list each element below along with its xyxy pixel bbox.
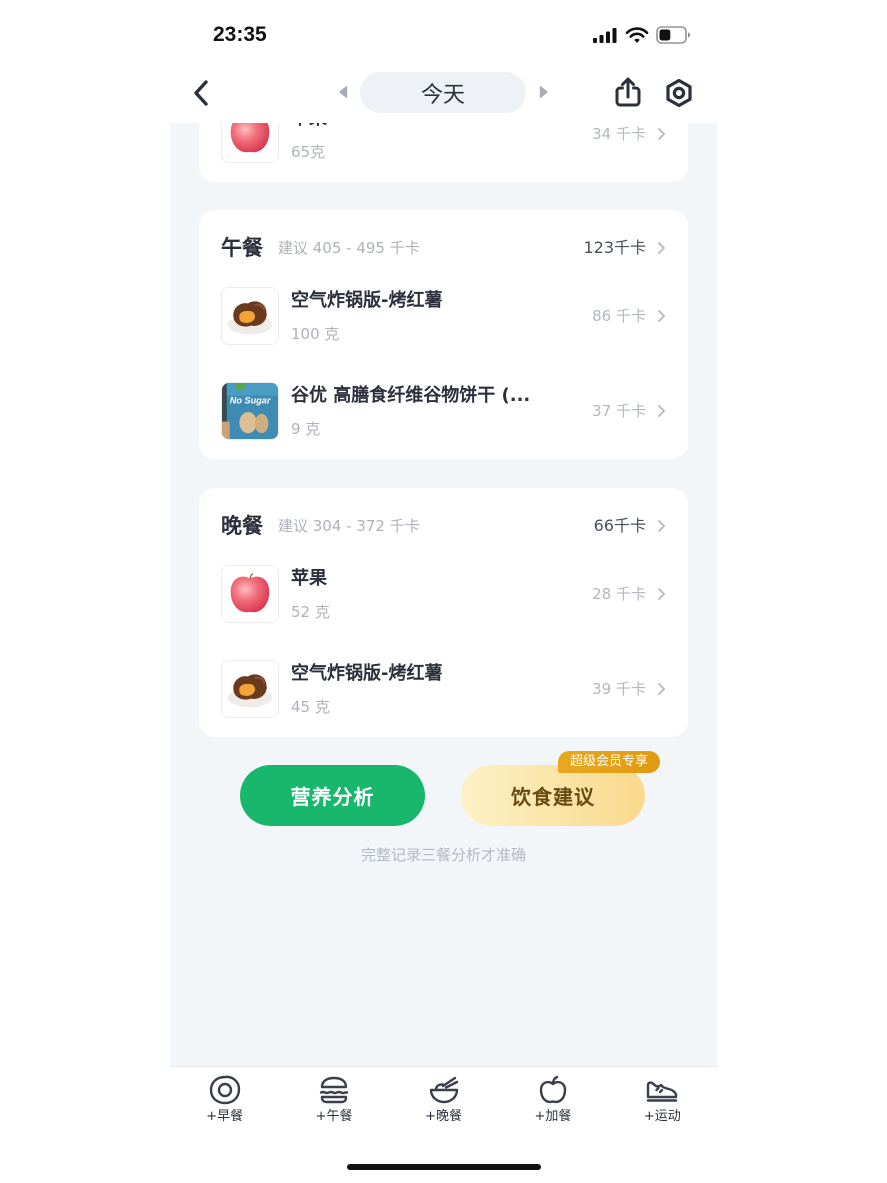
date-label: 今天 [420, 82, 465, 108]
date-selector[interactable]: 今天 [360, 72, 526, 113]
meal-card-lunch: 午餐 建议 405 - 495 千卡 123千卡 空气炸锅版-烤红薯 100 克… [199, 210, 688, 459]
food-name: 空气炸锅版-烤红薯 [291, 663, 443, 684]
food-calories: 39 千卡 [592, 680, 646, 698]
tab-label: +加餐 [534, 1109, 572, 1124]
chevron-left-icon [194, 80, 208, 106]
phone-screen: 23:35 今天 65克 34 千卡 午餐 建议 405 - 495 千卡 12… [170, 0, 717, 1183]
food-name: 谷优 高膳食纤维谷物饼干 (... [291, 385, 531, 406]
bowl-icon [429, 1076, 458, 1104]
meal-suggestion: 建议 304 - 372 千卡 [278, 517, 420, 535]
food-calories: 37 千卡 [592, 402, 646, 420]
chevron-right-icon [658, 520, 665, 532]
wifi-icon [625, 27, 649, 43]
status-time: 23:35 [213, 23, 267, 46]
food-amount: 52 克 [291, 603, 330, 621]
food-row[interactable]: No Sugar 谷优 高膳食纤维谷物饼干 (... 9 克 37 千卡 [199, 382, 688, 440]
premium-badge: 超级会员专享 [558, 751, 660, 773]
triangle-left-icon [339, 86, 348, 98]
meal-total-calories: 66千卡 [593, 516, 646, 535]
chevron-right-icon [658, 588, 665, 600]
food-row[interactable]: 苹果 52 克 28 千卡 [199, 565, 688, 623]
meal-card-breakfast: 苹果 65克 34 千卡 [199, 123, 688, 182]
home-indicator[interactable] [347, 1164, 541, 1170]
meal-title-group: 晚餐 建议 304 - 372 千卡 [221, 513, 420, 539]
food-name: 苹果 [291, 568, 327, 589]
fried-egg-icon [209, 1075, 240, 1105]
food-name: 苹果 [291, 123, 327, 130]
tab-label: +早餐 [206, 1109, 244, 1124]
next-day-button[interactable] [539, 85, 549, 99]
meal-header[interactable]: 晚餐 建议 304 - 372 千卡 66千卡 [199, 513, 688, 539]
food-amount: 45 克 [291, 698, 330, 716]
food-name: 空气炸锅版-烤红薯 [291, 290, 443, 311]
chevron-right-icon [658, 310, 665, 322]
burger-icon [319, 1076, 349, 1104]
chevron-right-icon [658, 128, 665, 140]
food-image-sweet-potato [221, 660, 279, 718]
food-amount: 9 克 [291, 420, 321, 438]
chevron-right-icon [658, 683, 665, 695]
signal-icon [593, 28, 617, 43]
back-button[interactable] [191, 77, 211, 109]
food-image-apple [221, 565, 279, 623]
food-calories: 34 千卡 [592, 125, 646, 143]
add-breakfast-tab[interactable]: +早餐 [170, 1067, 279, 1136]
nutrition-analysis-button[interactable]: 营养分析 [240, 765, 425, 826]
battery-icon [656, 26, 690, 44]
tab-label: +午餐 [315, 1109, 353, 1124]
analysis-hint: 完整记录三餐分析才准确 [360, 846, 526, 864]
meal-card-dinner: 晚餐 建议 304 - 372 千卡 66千卡 苹果 52 克 28 千卡 空气… [199, 488, 688, 737]
food-row[interactable]: 空气炸锅版-烤红薯 45 克 39 千卡 [199, 660, 688, 718]
previous-day-button[interactable] [338, 85, 348, 99]
add-lunch-tab[interactable]: +午餐 [279, 1067, 388, 1136]
food-row[interactable]: 空气炸锅版-烤红薯 100 克 86 千卡 [199, 287, 688, 345]
food-image-sweet-potato [221, 287, 279, 345]
diet-advice-button[interactable]: 饮食建议 [461, 765, 645, 826]
share-button[interactable] [613, 76, 643, 108]
tab-label: +运动 [643, 1109, 681, 1124]
food-row[interactable]: 苹果 65克 34 千卡 [199, 123, 688, 163]
apple-icon [539, 1075, 567, 1104]
meal-header[interactable]: 午餐 建议 405 - 495 千卡 123千卡 [199, 235, 688, 261]
food-image-apple [221, 123, 279, 163]
meal-title: 午餐 [221, 236, 263, 260]
bottom-tab-bar: +早餐 +午餐 +晚餐 +加餐 +运动 [170, 1066, 717, 1136]
food-calories: 28 千卡 [592, 585, 646, 603]
meal-total-calories: 123千卡 [583, 238, 646, 257]
share-icon [615, 77, 641, 107]
meal-title-group: 午餐 建议 405 - 495 千卡 [221, 235, 420, 261]
add-exercise-tab[interactable]: +运动 [608, 1067, 717, 1136]
food-amount: 100 克 [291, 325, 340, 343]
meal-suggestion: 建议 405 - 495 千卡 [278, 239, 420, 257]
add-dinner-tab[interactable]: +晚餐 [389, 1067, 498, 1136]
food-amount: 65克 [291, 143, 326, 161]
settings-button[interactable] [664, 78, 694, 108]
meal-title: 晚餐 [221, 514, 263, 538]
chevron-right-icon [658, 405, 665, 417]
sneaker-icon [647, 1081, 678, 1102]
battery-level-fill [659, 29, 671, 41]
meal-list[interactable]: 苹果 65克 34 千卡 午餐 建议 405 - 495 千卡 123千卡 [170, 123, 717, 1066]
chevron-right-icon [658, 242, 665, 254]
triangle-right-icon [539, 86, 548, 98]
tab-label: +晚餐 [425, 1109, 462, 1124]
package-label: No Sugar [230, 395, 271, 405]
add-snack-tab[interactable]: +加餐 [498, 1067, 607, 1136]
food-image-cookie-package: No Sugar [221, 382, 279, 440]
food-calories: 86 千卡 [592, 307, 646, 325]
settings-icon [666, 78, 692, 108]
